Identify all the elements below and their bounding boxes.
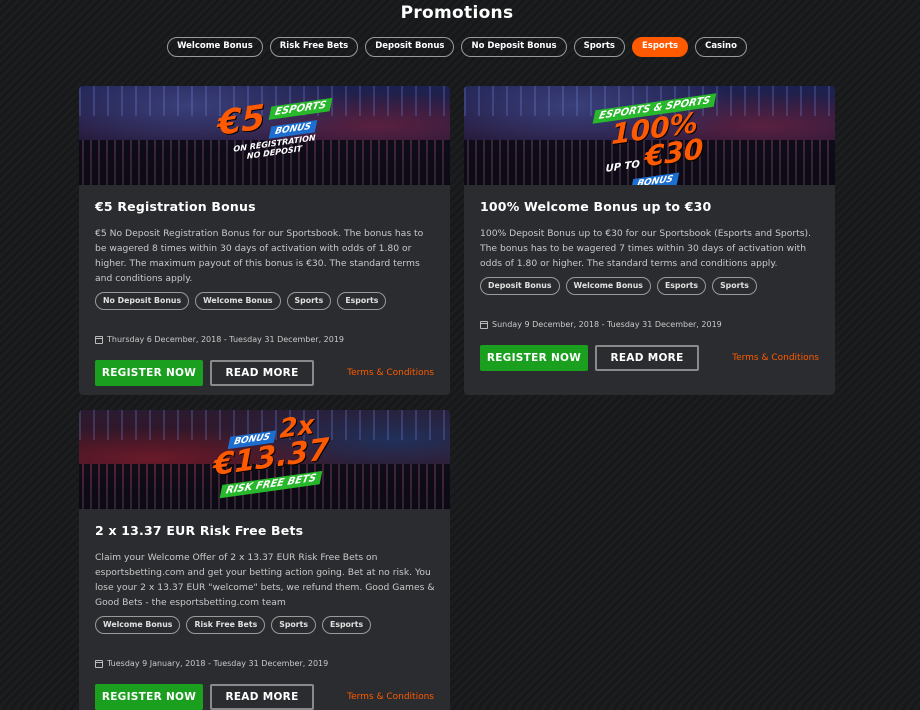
calendar-icon	[95, 659, 103, 668]
tag[interactable]: Risk Free Bets	[186, 616, 266, 634]
terms-conditions-link[interactable]: Terms & Conditions	[347, 368, 434, 378]
promo-description: 100% Deposit Bonus up to €30 for our Spo…	[480, 228, 812, 269]
banner-amount: €30	[644, 132, 704, 174]
read-more-button[interactable]: READ MORE	[595, 345, 699, 371]
promo-title: €5 Registration Bonus	[95, 199, 256, 214]
promo-date-range: Sunday 9 December, 2018 - Tuesday 31 Dec…	[492, 320, 722, 329]
promo-tags: Welcome Bonus Risk Free Bets Sports Espo…	[95, 616, 435, 634]
tag[interactable]: Sports	[271, 616, 316, 634]
page-title: Promotions	[400, 3, 514, 23]
banner-amount: €5	[217, 97, 266, 144]
tag[interactable]: Esports	[322, 616, 372, 634]
promo-description: €5 No Deposit Registration Bonus for our…	[95, 228, 424, 284]
promo-date-range: Tuesday 9 January, 2018 - Tuesday 31 Dec…	[107, 659, 329, 668]
tag[interactable]: Welcome Bonus	[95, 616, 181, 634]
banner-badge-esports: ESPORTS	[268, 97, 333, 120]
read-more-button[interactable]: READ MORE	[210, 360, 314, 386]
filter-sports[interactable]: Sports	[573, 37, 625, 57]
tag[interactable]: Deposit Bonus	[480, 277, 560, 295]
tag[interactable]: Welcome Bonus	[195, 292, 281, 310]
tag[interactable]: Esports	[337, 292, 387, 310]
terms-conditions-link[interactable]: Terms & Conditions	[347, 692, 434, 702]
promo-banner: ESPORTS & SPORTS 100% UP TO €30 BONUS	[464, 86, 835, 185]
filter-esports[interactable]: Esports	[631, 37, 689, 57]
promo-actions: REGISTER NOW READ MORE Terms & Condition…	[95, 684, 435, 710]
promotion-filters: Welcome Bonus Risk Free Bets Deposit Bon…	[0, 37, 914, 57]
promo-dates: Thursday 6 December, 2018 - Tuesday 31 D…	[95, 335, 435, 344]
promo-actions: REGISTER NOW READ MORE Terms & Condition…	[480, 345, 820, 371]
promo-card: BONUS 2x €13.37 RISK FREE BETS 2 x 13.37…	[79, 410, 450, 710]
tag[interactable]: Sports	[712, 277, 757, 295]
promo-title: 100% Welcome Bonus up to €30	[480, 199, 712, 214]
promo-banner: BONUS 2x €13.37 RISK FREE BETS	[79, 410, 450, 509]
promo-dates: Tuesday 9 January, 2018 - Tuesday 31 Dec…	[95, 659, 435, 668]
promo-date-range: Thursday 6 December, 2018 - Tuesday 31 D…	[107, 335, 345, 344]
promo-title: 2 x 13.37 EUR Risk Free Bets	[95, 523, 304, 538]
filter-no-deposit-bonus[interactable]: No Deposit Bonus	[461, 37, 567, 57]
tag[interactable]: No Deposit Bonus	[95, 292, 190, 310]
tag[interactable]: Welcome Bonus	[565, 277, 651, 295]
tag[interactable]: Sports	[286, 292, 332, 310]
register-now-button[interactable]: REGISTER NOW	[95, 684, 203, 710]
promo-description: Claim your Welcome Offer of 2 x 13.37 EU…	[95, 552, 435, 608]
promo-actions: REGISTER NOW READ MORE Terms & Condition…	[95, 360, 435, 386]
filter-deposit-bonus[interactable]: Deposit Bonus	[365, 37, 455, 57]
promo-card: €5 ESPORTS BONUS ON REGISTRATION NO DEPO…	[79, 86, 450, 395]
banner-line-up-to: UP TO	[605, 159, 640, 175]
read-more-button[interactable]: READ MORE	[210, 684, 314, 710]
calendar-icon	[480, 320, 488, 329]
terms-conditions-link[interactable]: Terms & Conditions	[732, 353, 819, 363]
calendar-icon	[95, 335, 103, 344]
promo-dates: Sunday 9 December, 2018 - Tuesday 31 Dec…	[480, 320, 820, 329]
tag[interactable]: Esports	[656, 277, 707, 295]
promo-banner: €5 ESPORTS BONUS ON REGISTRATION NO DEPO…	[79, 86, 450, 185]
filter-casino[interactable]: Casino	[695, 37, 747, 57]
promo-tags: Deposit Bonus Welcome Bonus Esports Spor…	[480, 277, 820, 295]
banner-badge-bonus: BONUS	[630, 172, 679, 185]
register-now-button[interactable]: REGISTER NOW	[95, 360, 203, 386]
filter-welcome-bonus[interactable]: Welcome Bonus	[167, 37, 263, 57]
register-now-button[interactable]: REGISTER NOW	[480, 345, 588, 371]
promo-card: ESPORTS & SPORTS 100% UP TO €30 BONUS 10…	[464, 86, 835, 395]
filter-risk-free-bets[interactable]: Risk Free Bets	[269, 37, 359, 57]
promo-tags: No Deposit Bonus Welcome Bonus Sports Es…	[95, 292, 435, 310]
